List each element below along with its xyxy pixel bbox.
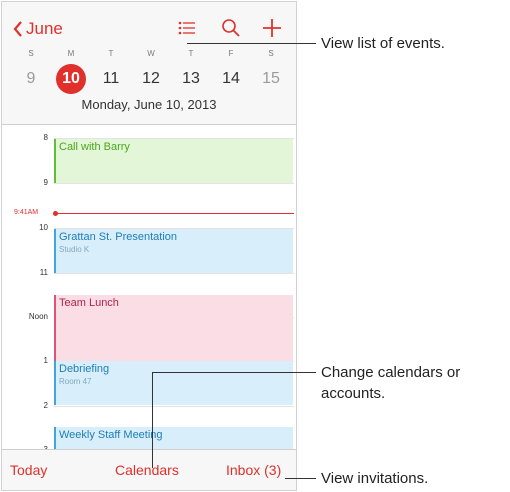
search-button[interactable] bbox=[218, 16, 244, 40]
hour-gridline bbox=[54, 183, 294, 184]
search-icon bbox=[222, 19, 240, 37]
day-cell[interactable]: 12 bbox=[136, 64, 166, 94]
callout-calendars-line1: Change calendars or bbox=[321, 364, 461, 381]
day-cell[interactable]: 11 bbox=[96, 64, 126, 94]
add-event-button[interactable] bbox=[259, 16, 285, 40]
hour-label: 10 bbox=[39, 223, 48, 232]
selected-day-cell[interactable]: 10 bbox=[56, 64, 86, 94]
hour-gridline bbox=[54, 406, 294, 407]
event-location: Room 47 bbox=[59, 377, 92, 386]
callout-leader-list bbox=[187, 43, 316, 44]
event-title: Grattan St. Presentation bbox=[59, 231, 178, 243]
weekday-label: T bbox=[108, 49, 114, 58]
callout-calendars-line2: accounts. bbox=[321, 385, 386, 402]
back-label: June bbox=[26, 19, 63, 38]
event-debriefing[interactable]: Debriefing Room 47 bbox=[54, 361, 293, 405]
weekday-label: F bbox=[228, 49, 234, 58]
selected-date-label: Monday, June 10, 2013 bbox=[81, 97, 217, 112]
list-icon bbox=[178, 21, 195, 35]
event-title: Team Lunch bbox=[59, 297, 119, 309]
event-call-with-barry[interactable]: Call with Barry bbox=[54, 139, 293, 183]
today-button[interactable]: Today bbox=[10, 462, 47, 478]
list-events-button[interactable] bbox=[174, 16, 200, 40]
current-time-line bbox=[54, 213, 294, 214]
chevron-left-icon bbox=[13, 21, 22, 37]
event-team-lunch[interactable]: Team Lunch bbox=[54, 295, 293, 361]
hour-label: 9 bbox=[43, 178, 48, 187]
plus-icon bbox=[263, 19, 281, 37]
calendar-app: June S M T W T F S 9 10 11 12 13 14 15 M… bbox=[1, 1, 297, 491]
top-bar: June S M T W T F S 9 10 11 12 13 14 15 M… bbox=[2, 2, 296, 125]
callout-leader-calendars-vertical bbox=[152, 372, 153, 468]
weekday-label: T bbox=[188, 49, 194, 58]
day-cell[interactable]: 9 bbox=[16, 64, 46, 94]
weekday-label: S bbox=[268, 49, 274, 58]
day-timeline[interactable]: 8 9 9:41AM 10 11 Noon 1 2 3 Call with Ba… bbox=[2, 125, 296, 454]
event-title: Weekly Staff Meeting bbox=[59, 429, 163, 441]
calendars-button[interactable]: Calendars bbox=[115, 462, 179, 478]
weekday-label: S bbox=[28, 49, 34, 58]
current-time-label: 9:41AM bbox=[14, 209, 39, 216]
hour-gridline bbox=[54, 273, 294, 274]
hour-label: Noon bbox=[28, 312, 48, 321]
hour-label: 8 bbox=[43, 133, 48, 142]
callout-list-events: View list of events. bbox=[321, 35, 445, 52]
event-title: Debriefing bbox=[59, 363, 110, 375]
callout-invitations: View invitations. bbox=[321, 470, 429, 487]
day-cell[interactable]: 15 bbox=[256, 64, 286, 94]
bottom-toolbar: Today Calendars Inbox (3) bbox=[2, 449, 296, 490]
back-button[interactable]: June bbox=[12, 19, 63, 39]
hour-label: 2 bbox=[43, 401, 48, 410]
event-title: Call with Barry bbox=[59, 141, 130, 153]
callout-leader-calendars-horizontal bbox=[152, 372, 316, 373]
day-cell[interactable]: 14 bbox=[216, 64, 246, 94]
day-cell[interactable]: 13 bbox=[176, 64, 206, 94]
callout-leader-inbox bbox=[285, 478, 316, 479]
event-grattan-presentation[interactable]: Grattan St. Presentation Studio K bbox=[54, 229, 293, 273]
hour-label: 1 bbox=[43, 356, 48, 365]
weekday-label: W bbox=[147, 49, 155, 58]
inbox-button[interactable]: Inbox (3) bbox=[226, 462, 281, 478]
event-location: Studio K bbox=[59, 245, 90, 254]
weekday-label: M bbox=[67, 49, 75, 58]
hour-label: 11 bbox=[39, 268, 48, 277]
